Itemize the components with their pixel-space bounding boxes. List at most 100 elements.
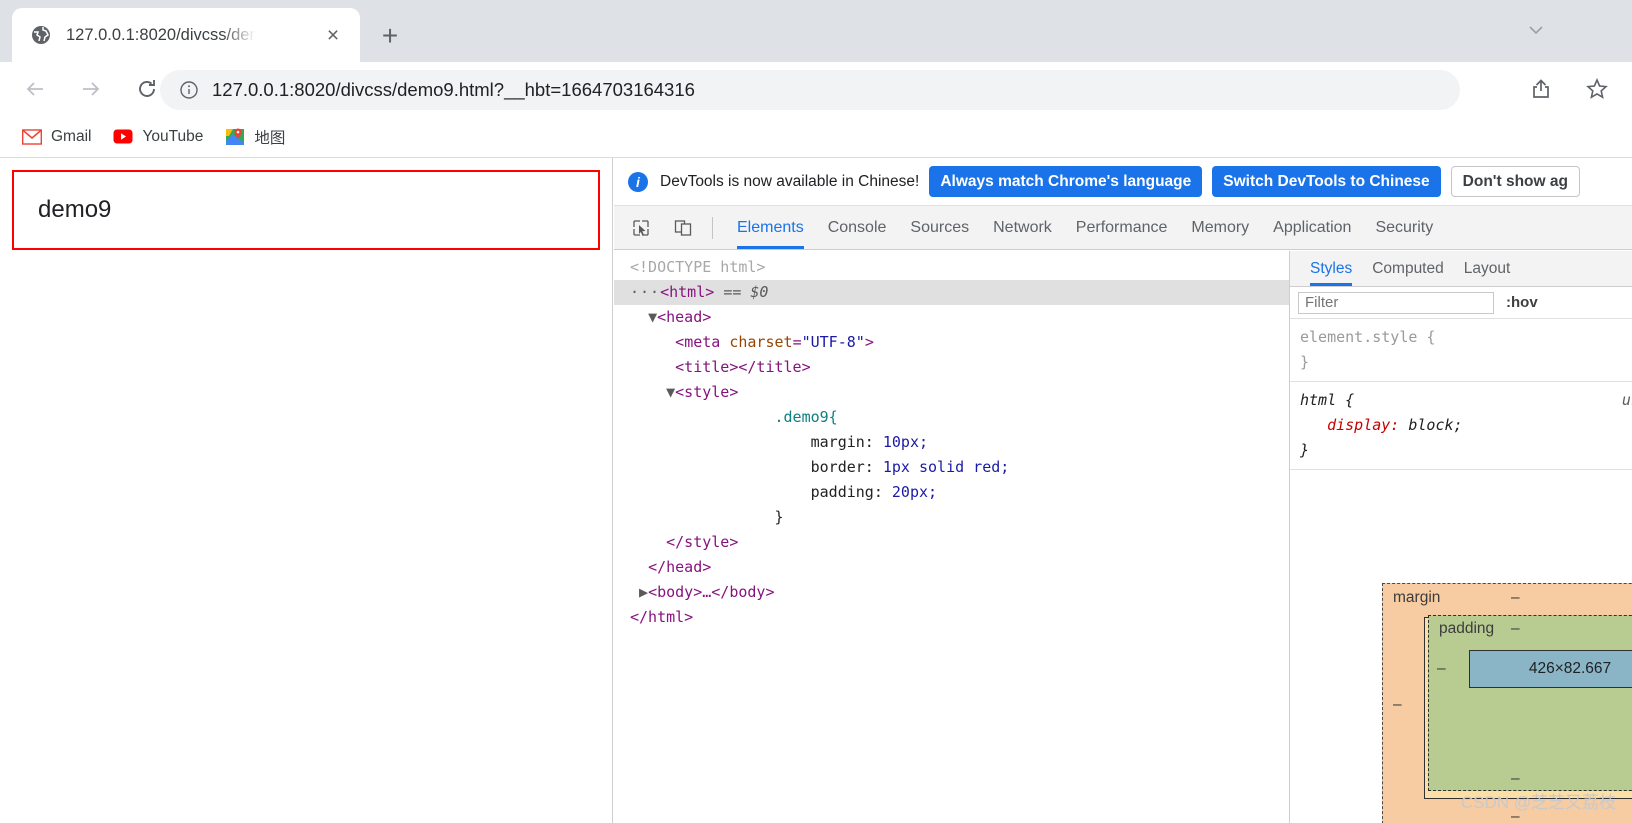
bookmark-label: YouTube — [142, 127, 204, 145]
close-icon[interactable]: × — [322, 24, 344, 46]
tab-network[interactable]: Network — [993, 206, 1052, 249]
styles-filter-input[interactable] — [1298, 291, 1494, 314]
dom-line-style-open[interactable]: ▼<style> — [614, 380, 1289, 405]
inspect-element-icon[interactable] — [626, 213, 656, 243]
share-icon[interactable] — [1520, 68, 1562, 110]
css-close-brace: } — [774, 508, 784, 526]
box-model-padding-bottom[interactable]: – — [1511, 770, 1520, 788]
dom-line-css-selector[interactable]: .demo9{ — [614, 405, 1289, 430]
new-tab-button[interactable]: + — [374, 20, 406, 52]
back-button[interactable] — [14, 68, 56, 110]
tab-elements[interactable]: Elements — [737, 206, 804, 249]
dont-show-again-button[interactable]: Don't show ag — [1450, 166, 1580, 197]
body-collapsed-tag: <body>…</body> — [648, 583, 775, 601]
browser-tab[interactable]: 127.0.0.1:8020/divcss/demo9.h × — [12, 8, 360, 62]
banner-message: DevTools is now available in Chinese! — [660, 172, 920, 190]
css-property-name: padding: — [810, 483, 883, 501]
css-property-value: 1px solid red; — [882, 458, 1010, 476]
address-bar-url: 127.0.0.1:8020/divcss/demo9.html?__hbt=1… — [212, 79, 695, 100]
collapse-triangle-icon[interactable]: ▼ — [666, 383, 675, 401]
tab-sources[interactable]: Sources — [910, 206, 969, 249]
watermark: CSDN @芝芝又荔枝 — [1460, 793, 1616, 812]
devtools-tab-bar: Elements Console Sources Network Perform… — [614, 206, 1632, 250]
chevron-down-icon[interactable] — [1522, 16, 1550, 44]
dom-line-html-open[interactable]: ···<html> == $0 — [614, 280, 1289, 305]
rule-close-brace: } — [1300, 353, 1310, 371]
tab-memory[interactable]: Memory — [1191, 206, 1249, 249]
tab-application[interactable]: Application — [1273, 206, 1351, 249]
dom-line-doctype[interactable]: <!DOCTYPE html> — [614, 255, 1289, 280]
style-rule-html[interactable]: html { display: block; } user — [1290, 382, 1632, 470]
toolbar-divider — [712, 216, 713, 239]
tab-security[interactable]: Security — [1375, 206, 1433, 249]
css-property-value: 20px; — [891, 483, 938, 501]
tab-layout[interactable]: Layout — [1464, 251, 1511, 286]
style-close-tag: </style> — [666, 533, 739, 551]
device-toolbar-icon[interactable] — [668, 213, 698, 243]
expand-triangle-icon[interactable]: ▶ — [639, 583, 648, 601]
info-circle-icon[interactable] — [178, 79, 200, 101]
hover-state-toggle[interactable]: :hov — [1506, 294, 1538, 311]
meta-tag-open: < — [675, 333, 685, 351]
dom-line-css-border[interactable]: border: 1px solid red; — [614, 455, 1289, 480]
tab-styles[interactable]: Styles — [1310, 251, 1353, 286]
rule-origin-label: user — [1621, 391, 1632, 409]
css-property-name: border: — [810, 458, 874, 476]
forward-button[interactable] — [70, 68, 112, 110]
dom-line-style-close[interactable]: </style> — [614, 530, 1289, 555]
dom-line-meta[interactable]: <meta charset="UTF-8"> — [614, 330, 1289, 355]
info-icon: i — [628, 171, 648, 192]
address-bar[interactable]: 127.0.0.1:8020/divcss/demo9.html?__hbt=1… — [160, 70, 1460, 110]
meta-tag-close: > — [864, 333, 874, 351]
switch-to-chinese-button[interactable]: Switch DevTools to Chinese — [1212, 166, 1441, 197]
dom-line-title[interactable]: <title></title> — [614, 355, 1289, 380]
box-model-margin-label: margin — [1393, 589, 1441, 606]
star-icon[interactable] — [1576, 68, 1618, 110]
html-close-tag: </html> — [630, 608, 694, 626]
css-property-value: 10px; — [882, 433, 929, 451]
dom-line-head-open[interactable]: ▼<head> — [614, 305, 1289, 330]
tab-performance[interactable]: Performance — [1076, 206, 1168, 249]
dom-line-html-close[interactable]: </html> — [614, 605, 1289, 630]
dom-tree[interactable]: <!DOCTYPE html> ···<html> == $0 ▼<head> … — [614, 251, 1290, 823]
youtube-icon — [113, 127, 133, 147]
box-model-padding[interactable]: padding – – – 426×82.667 — [1428, 615, 1632, 791]
box-model-padding-top[interactable]: – — [1511, 620, 1520, 638]
box-model-content-size[interactable]: 426×82.667 — [1469, 650, 1632, 688]
rule-property-value: block; — [1408, 416, 1463, 434]
head-open-tag: <head> — [657, 308, 712, 326]
google-maps-icon — [225, 127, 245, 147]
dom-line-css-close[interactable]: } — [614, 505, 1289, 530]
always-match-language-button[interactable]: Always match Chrome's language — [929, 166, 1203, 197]
dom-line-css-margin[interactable]: margin: 10px; — [614, 430, 1289, 455]
bookmark-gmail[interactable]: Gmail — [22, 127, 91, 147]
dom-line-body[interactable]: ▶<body>…</body> — [614, 580, 1289, 605]
style-rule-element-style[interactable]: element.style { } — [1290, 319, 1632, 382]
css-property-name: margin: — [810, 433, 874, 451]
bookmarks-bar: Gmail YouTube 地图 — [0, 116, 1632, 158]
dom-line-head-close[interactable]: </head> — [614, 555, 1289, 580]
bookmark-youtube[interactable]: YouTube — [113, 127, 203, 147]
meta-attr-name: charset — [729, 333, 793, 351]
box-model-padding-left[interactable]: – — [1437, 660, 1446, 678]
browser-toolbar: 127.0.0.1:8020/divcss/demo9.html?__hbt=1… — [0, 62, 1632, 116]
box-model-diagram: margin – – – border – – – padding – — [1382, 583, 1632, 823]
devtools-body: <!DOCTYPE html> ···<html> == $0 ▼<head> … — [614, 251, 1632, 823]
doctype-text: <!DOCTYPE html> — [630, 258, 766, 276]
rule-close-brace: } — [1300, 441, 1310, 459]
demo9-text: demo9 — [38, 196, 112, 223]
rule-property-name: display: — [1327, 416, 1400, 434]
dom-line-css-padding[interactable]: padding: 20px; — [614, 480, 1289, 505]
box-model-margin-left[interactable]: – — [1393, 696, 1402, 714]
style-open-tag: <style> — [675, 383, 739, 401]
tab-console[interactable]: Console — [828, 206, 887, 249]
browser-tab-title: 127.0.0.1:8020/divcss/demo9.h — [66, 25, 256, 44]
box-model-padding-label: padding — [1439, 620, 1495, 637]
meta-tag-name: meta — [684, 333, 721, 351]
ellipsis-icon: ··· — [630, 283, 661, 301]
bookmark-maps[interactable]: 地图 — [225, 126, 285, 148]
toolbar-actions — [1520, 62, 1632, 116]
tab-computed[interactable]: Computed — [1372, 251, 1444, 286]
collapse-triangle-icon[interactable]: ▼ — [648, 308, 657, 326]
box-model-margin-top[interactable]: – — [1511, 589, 1520, 607]
